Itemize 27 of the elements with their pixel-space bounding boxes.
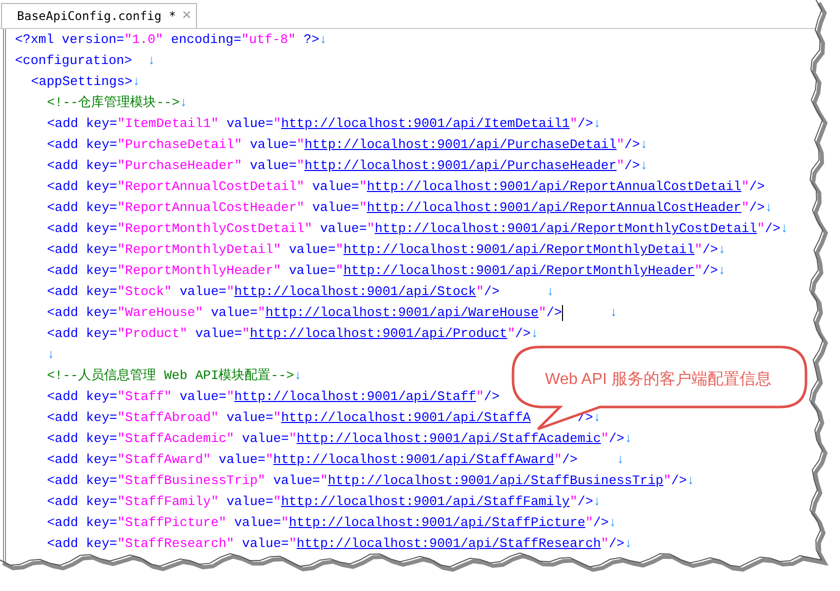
- code-line: <add key="ReportAnnualCostDetail" value="http://localhost:9001/api/ReportAnnualCostDetail"/>: [46, 178, 765, 196]
- file-tab[interactable]: BaseApiConfig.config * ×: [1, 3, 197, 28]
- code-line: <?xml version="1.0" encoding="utf-8" ?>↓: [15, 31, 328, 49]
- code-line: <add key="WareHouse" value="http://localhost:9001/api/WareHouse"/> ↓: [46, 304, 618, 323]
- code-line: <add key="StaffBusinessTrip" value="http://localhost:9001/api/StaffBusinessTrip"/>↓: [46, 472, 695, 490]
- code-line: <add key="ReportMonthlyCostDetail" value="http://localhost:9001/api/ReportMonthlyCostDetail"/>↓: [46, 220, 788, 238]
- code-line: <add key="ReportMonthlyDetail" value="http://localhost:9001/api/ReportMonthlyDetail"/>↓: [46, 241, 726, 259]
- code-line: <add key="ItemDetail1" value="http://localhost:9001/api/ItemDetail1"/>↓: [46, 115, 601, 133]
- tab-title: BaseApiConfig.config *: [17, 8, 176, 25]
- code-line: <add key="Staff" value="http://localhost:9001/api/Staff"/>: [46, 388, 500, 406]
- code-line: <add key="PurchaseHeader" value="http://localhost:9001/api/PurchaseHeader"/>↓: [46, 157, 648, 175]
- code-line: <add key="ReportMonthlyHeader" value="http://localhost:9001/api/ReportMonthlyHeader"/>↓: [46, 262, 726, 280]
- code-line: <add key="PurchaseDetail" value="http://localhost:9001/api/PurchaseDetail"/>↓: [46, 136, 648, 154]
- code-line: <add key="StaffFamily" value="http://localhost:9001/api/StaffFamily"/>↓: [46, 493, 601, 511]
- code-line: <add key="StaffAcademic" value="http://localhost:9001/api/StaffAcademic"/>↓: [46, 430, 632, 448]
- code-line: <!--人员信息管理 Web API模块配置-->↓: [46, 367, 302, 385]
- code-line: <add key="Stock" value="http://localhost:9001/api/Stock"/> ↓: [46, 283, 554, 301]
- code-line: ↓: [46, 346, 55, 364]
- code-line: <add key="ReportAnnualCostHeader" value="http://localhost:9001/api/ReportAnnualCostHeader"/>↓: [46, 199, 773, 217]
- code-line: <add key="StaffResearch" value="http://localhost:9001/api/StaffResearch"/>↓: [46, 535, 632, 553]
- code-line: <appSettings>↓: [30, 73, 140, 91]
- code-line: <add key="StaffPicture" value="http://localhost:9001/api/StaffPicture"/>↓: [46, 514, 617, 532]
- code-line: <add key="Product" value="http://localhost:9001/api/Product"/>↓: [46, 325, 539, 343]
- code-line: <add key="StaffAward" value="http://localhost:9001/api/StaffAward"/> ↓: [46, 451, 624, 469]
- callout-text: Web API 服务的客户端配置信息: [545, 370, 772, 390]
- code-line: <!--仓库管理模块-->↓: [46, 94, 188, 112]
- code-line: <configuration> ↓: [15, 52, 156, 70]
